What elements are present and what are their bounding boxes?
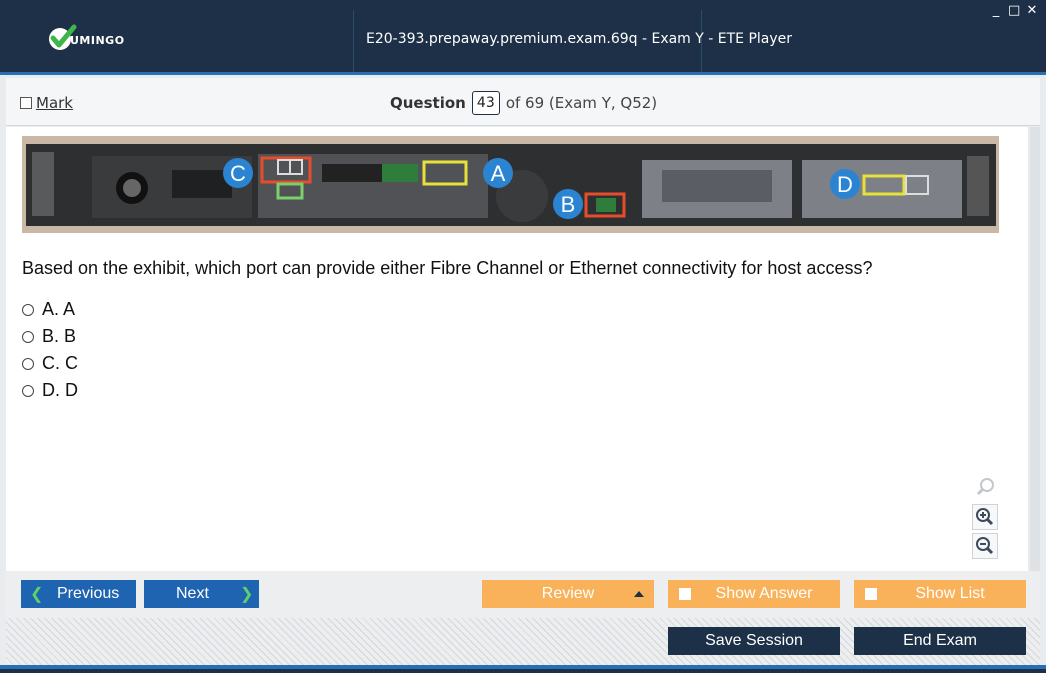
footer-bar: Save Session End Exam (6, 618, 1040, 665)
navigation-bar: ❮ Previous Next ❯ Review Show Answer Sho… (6, 571, 1040, 618)
scrollbar[interactable] (1030, 127, 1040, 571)
show-list-button[interactable]: Show List (854, 580, 1026, 608)
chevron-left-icon: ❮ (30, 586, 44, 603)
answer-option-label: C. C (42, 353, 78, 373)
answer-option-label: D. D (42, 380, 78, 400)
answer-option-c[interactable]: C. C (22, 350, 78, 377)
radio-button[interactable] (22, 384, 34, 397)
zoom-reset-icon[interactable] (972, 474, 998, 500)
chevron-right-icon: ❯ (240, 586, 254, 603)
zoom-in-icon[interactable] (972, 504, 998, 530)
zoom-out-icon[interactable] (972, 533, 998, 559)
question-label: Question (390, 94, 466, 112)
save-session-button[interactable]: Save Session (668, 627, 840, 655)
bottom-border (0, 669, 1046, 673)
answer-option-label: B. B (42, 326, 77, 346)
svg-text:A: A (491, 161, 506, 186)
svg-text:C: C (230, 161, 246, 186)
mark-checkbox-box[interactable] (20, 97, 32, 109)
review-button[interactable]: Review (482, 580, 654, 608)
question-of-label: of 69 (Exam Y, Q52) (505, 94, 658, 112)
title-divider (353, 10, 354, 72)
exhibit-callout-c: C (223, 158, 253, 188)
show-answer-label: Show Answer (715, 585, 813, 602)
svg-text:D: D (837, 172, 853, 197)
answer-option-label: A. A (42, 299, 76, 319)
answer-option-a[interactable]: A. A (22, 296, 78, 323)
radio-button[interactable] (22, 330, 34, 343)
review-label: Review (541, 585, 595, 602)
window-title: E20-393.prepaway.premium.exam.69q - Exam… (366, 31, 793, 47)
save-session-label: Save Session (705, 632, 803, 649)
exhibit-callout-a: A (483, 158, 513, 188)
exhibit-callout-d: D (830, 169, 860, 199)
caret-up-icon (634, 591, 644, 597)
radio-button[interactable] (22, 357, 34, 370)
previous-label: Previous (57, 585, 120, 602)
mark-checkbox[interactable]: Mark (20, 94, 73, 112)
close-button[interactable]: ✕ (1026, 4, 1038, 18)
question-number-input[interactable]: 43 (471, 91, 500, 115)
answer-options: A. A B. B C. C D. D (22, 296, 78, 404)
radio-button[interactable] (22, 303, 34, 316)
exhibit-callout-b: B (553, 189, 583, 219)
exhibit-image: C A B D (22, 136, 999, 233)
question-text: Based on the exhibit, which port can pro… (22, 258, 873, 278)
question-indicator: Question 43 of 69 (Exam Y, Q52) (390, 91, 657, 115)
question-content: C A B D Based on the exhibit, which port… (6, 127, 1028, 571)
previous-button[interactable]: ❮ Previous (21, 580, 136, 608)
svg-text:B: B (561, 192, 576, 217)
show-list-label: Show List (915, 585, 985, 602)
show-answer-button[interactable]: Show Answer (668, 580, 840, 608)
title-bar: UMINGO E20-393.prepaway.premium.exam.69q… (0, 0, 1046, 75)
app-logo: UMINGO (48, 24, 158, 54)
answer-option-b[interactable]: B. B (22, 323, 78, 350)
question-header: Mark Question 43 of 69 (Exam Y, Q52) (6, 78, 1040, 126)
answer-option-d[interactable]: D. D (22, 377, 78, 404)
end-exam-label: End Exam (903, 632, 977, 649)
window-controls: _ □ ✕ (990, 4, 1038, 18)
next-button[interactable]: Next ❯ (144, 580, 259, 608)
maximize-button[interactable]: □ (1008, 4, 1020, 18)
next-label: Next (176, 585, 209, 602)
title-accent-line (0, 72, 1046, 75)
end-exam-button[interactable]: End Exam (854, 627, 1026, 655)
show-list-checkbox[interactable] (865, 588, 877, 600)
mark-label: Mark (36, 94, 73, 112)
show-answer-checkbox[interactable] (679, 588, 691, 600)
minimize-button[interactable]: _ (990, 4, 1002, 18)
logo-text: UMINGO (70, 34, 125, 47)
